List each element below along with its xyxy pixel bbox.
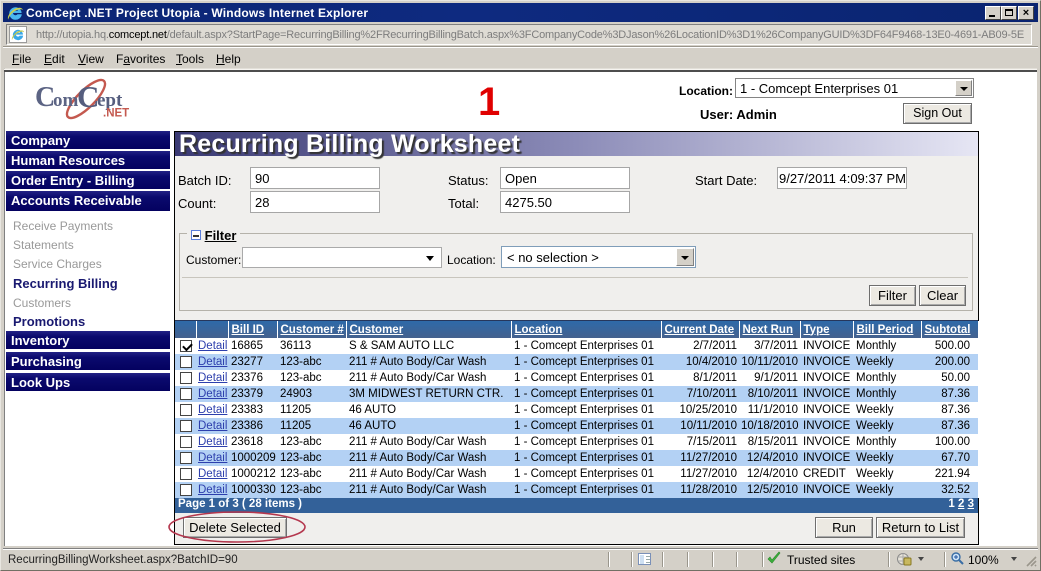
svg-text:.NET: .NET bbox=[103, 108, 129, 120]
svg-text:om: om bbox=[53, 90, 79, 111]
